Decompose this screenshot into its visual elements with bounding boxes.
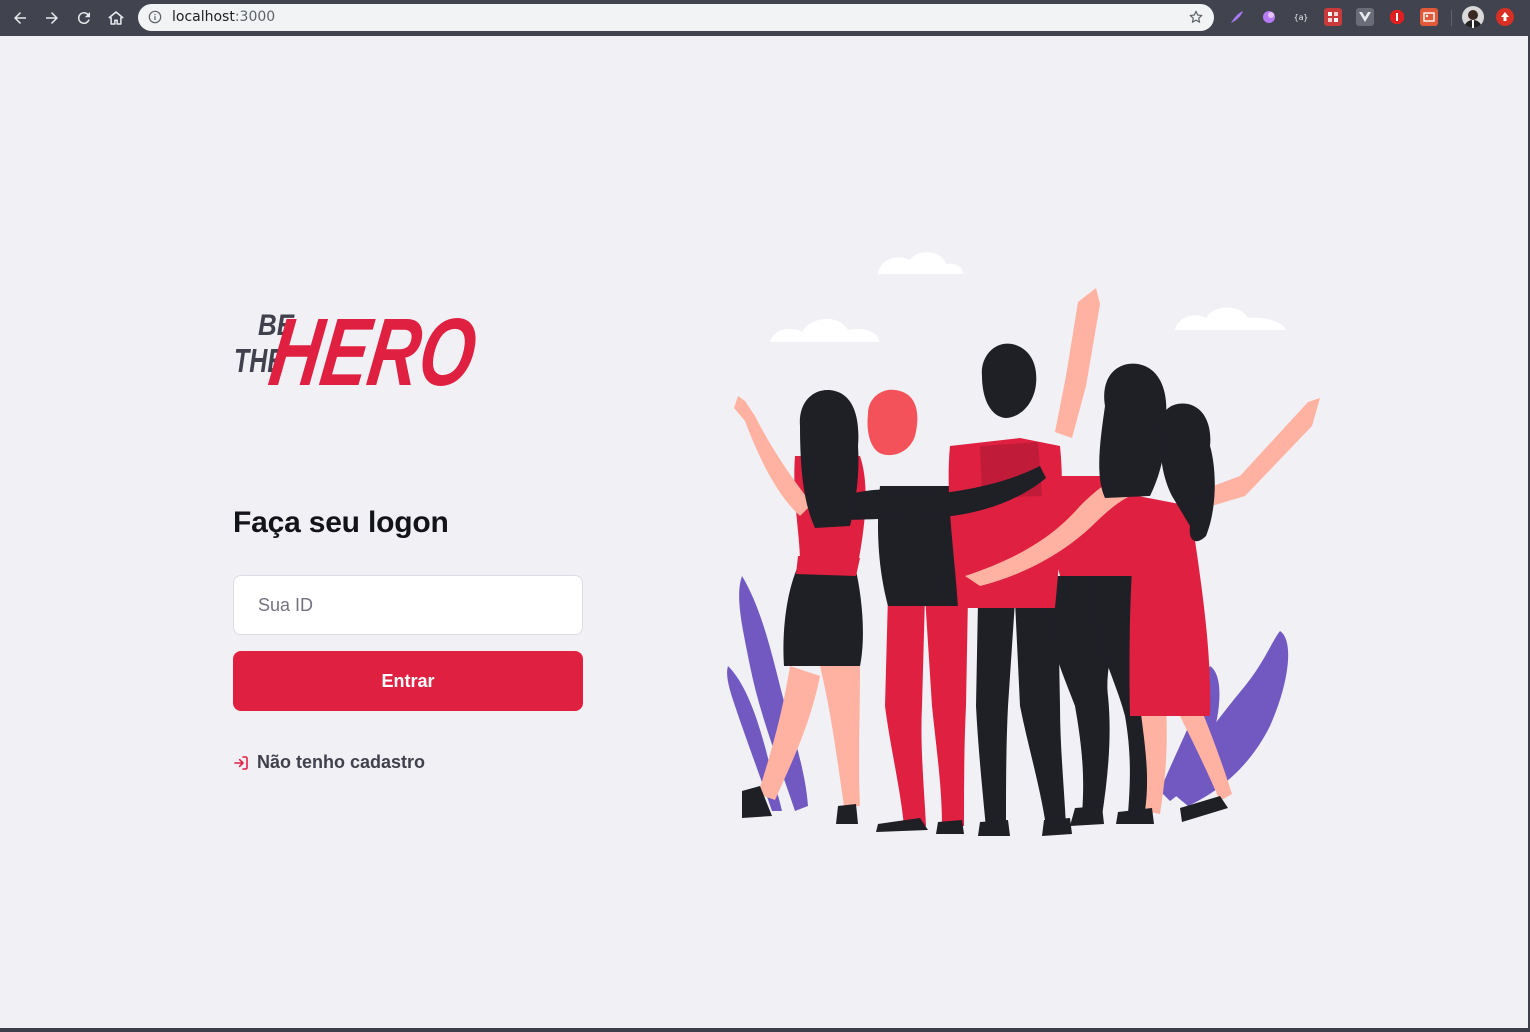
home-icon: [108, 11, 124, 25]
cloud-icon: [770, 252, 1286, 342]
arrow-right-icon: [46, 12, 58, 24]
page-viewport: BE THE HERO Faça seu logon Entrar Não te…: [0, 36, 1528, 1028]
home-button[interactable]: [102, 4, 130, 32]
vue-extension-icon[interactable]: [1356, 8, 1374, 26]
url-host: localhost: [172, 9, 235, 25]
toolbar-divider: [1451, 10, 1452, 26]
star-icon[interactable]: [1188, 9, 1204, 25]
reload-icon: [77, 12, 90, 25]
register-label: Não tenho cadastro: [257, 752, 426, 772]
svg-text:{a}: {a}: [1294, 13, 1308, 22]
profile-avatar[interactable]: [1462, 6, 1484, 28]
feather-extension-icon[interactable]: [1228, 8, 1246, 26]
update-icon[interactable]: [1496, 8, 1514, 26]
back-button[interactable]: [6, 4, 34, 32]
heroes-illustration: [727, 252, 1320, 836]
arrow-left-icon: [14, 12, 26, 24]
reload-button[interactable]: [70, 4, 98, 32]
forward-button[interactable]: [38, 4, 66, 32]
url-port: :3000: [234, 9, 276, 25]
browser-toolbar: localhost:3000 {a}: [0, 0, 1530, 36]
graphql-extension-icon[interactable]: [1260, 8, 1278, 26]
id-input[interactable]: [233, 575, 583, 635]
url-text[interactable]: localhost:3000: [172, 9, 275, 25]
be-the-hero-logo: BE THE HERO: [234, 299, 483, 400]
enter-button[interactable]: Entrar: [233, 651, 583, 711]
register-link[interactable]: Não tenho cadastro: [233, 752, 425, 773]
page-title: Faça seu logon: [233, 506, 449, 539]
pixel-extension-icon[interactable]: [1324, 8, 1342, 26]
image-extension-icon[interactable]: [1420, 8, 1438, 26]
address-bar[interactable]: localhost:3000: [138, 4, 1214, 31]
json-extension-icon[interactable]: {a}: [1292, 8, 1310, 26]
stop-extension-icon[interactable]: [1388, 8, 1406, 26]
log-in-icon: [234, 755, 248, 770]
logo-hero: HERO: [264, 299, 483, 400]
info-icon[interactable]: [148, 10, 162, 24]
